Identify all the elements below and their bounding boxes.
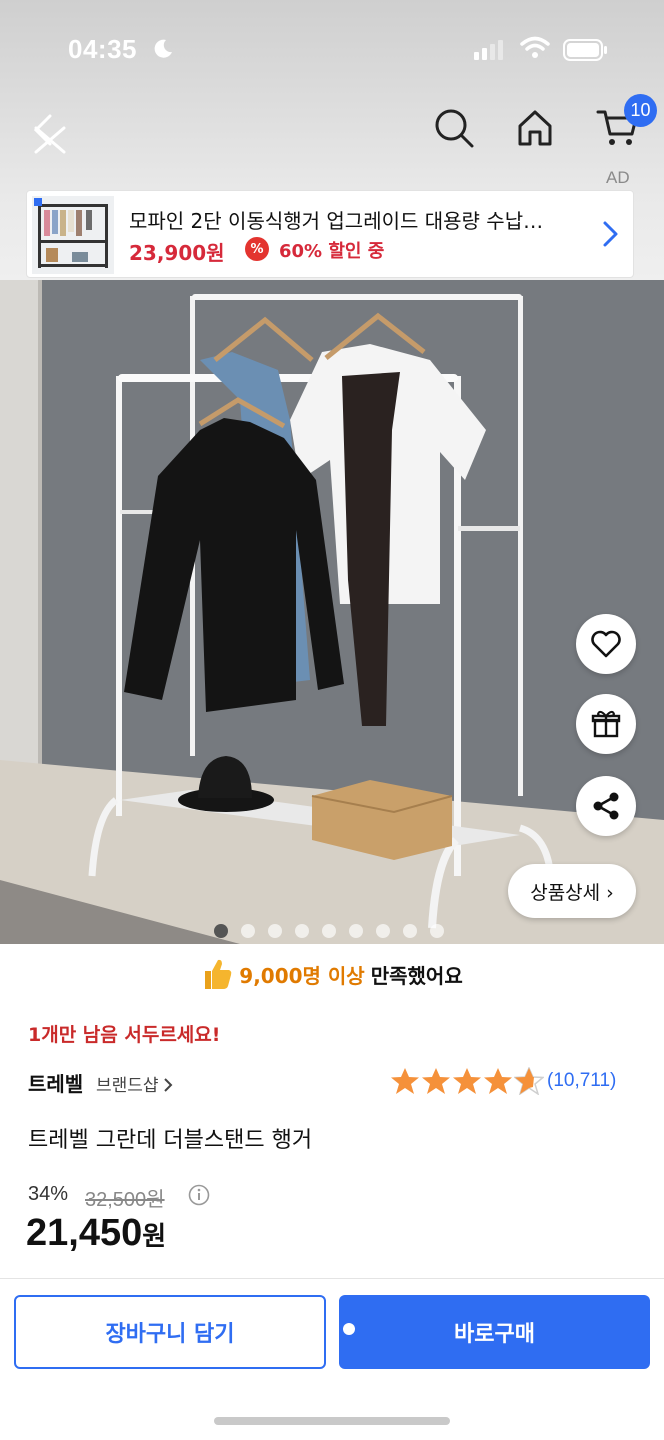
- pagination-dot[interactable]: [322, 924, 336, 938]
- pagination-dot[interactable]: [430, 924, 444, 938]
- chevron-right-icon: [603, 221, 618, 247]
- back-button[interactable]: [18, 102, 78, 162]
- add-to-cart-button[interactable]: 장바구니 담기: [14, 1295, 326, 1369]
- thumbs-up-icon: [205, 959, 232, 989]
- chevron-right-icon: [163, 1078, 172, 1092]
- cart-count-badge: 10: [624, 94, 657, 127]
- product-title: 트레벨 그란데 더블스탠드 행거: [28, 1128, 313, 1153]
- review-count-link[interactable]: (10,711): [547, 1070, 616, 1092]
- share-icon: [593, 792, 619, 820]
- stock-warning: 1개만 남음 서두르세요!: [28, 1024, 221, 1046]
- do-not-disturb-icon: [154, 39, 172, 58]
- ad-banner[interactable]: 모파인 2단 이동식행거 업그레이드 대용량 수납… 23,900원 % 60%…: [26, 190, 634, 278]
- product-detail-button[interactable]: 상품상세 ›: [508, 864, 636, 918]
- gift-icon: [591, 710, 621, 738]
- ad-thumbnail: [32, 196, 114, 274]
- home-icon: [518, 110, 552, 146]
- signal-icon: [474, 40, 503, 60]
- ad-label: AD: [606, 168, 630, 187]
- home-indicator[interactable]: [214, 1417, 450, 1425]
- sale-price-unit: 원: [142, 1222, 167, 1252]
- info-icon[interactable]: [188, 1184, 210, 1206]
- sale-price: 21,450원: [26, 1212, 166, 1255]
- original-price: 32,500원: [85, 1189, 165, 1211]
- pagination-dot[interactable]: [376, 924, 390, 938]
- touch-indicator: [343, 1323, 355, 1335]
- brand-shop-link[interactable]: 브랜드샵: [96, 1071, 175, 1096]
- ad-price: 23,900원: [129, 241, 225, 265]
- gallery-pagination: [214, 924, 444, 938]
- nav-bar: [0, 96, 664, 166]
- wifi-icon: [520, 36, 550, 58]
- battery-icon: [563, 39, 607, 61]
- gift-button[interactable]: [576, 694, 636, 754]
- pagination-dot[interactable]: [349, 924, 363, 938]
- satisfaction-count: 9,000명 이상: [239, 963, 365, 988]
- top-area: 04:35 10 AD 모파인 2단 이동식행거 업그레이드 대용량 수납… 2…: [0, 0, 664, 280]
- back-close-icon: [33, 114, 66, 154]
- half-star-icon: [514, 1067, 544, 1095]
- star-icon: [422, 1068, 450, 1094]
- product-photo-hanger-rack: [0, 280, 664, 944]
- satisfaction-banner: 9,000명 이상 만족했어요: [0, 950, 664, 998]
- status-time: 04:35: [68, 34, 137, 64]
- satisfaction-text: 만족했어요: [370, 963, 463, 988]
- ad-discount-text: 60% 할인 중: [279, 241, 385, 262]
- status-bar: 04:35: [0, 26, 664, 74]
- buy-now-label: 바로구매: [454, 1322, 535, 1347]
- share-button[interactable]: [576, 776, 636, 836]
- purchase-bar: 장바구니 담기 바로구매: [0, 1278, 664, 1440]
- star-icon: [391, 1068, 419, 1094]
- star-icon: [484, 1068, 512, 1094]
- star-icon: [453, 1068, 481, 1094]
- discount-percent-icon: %: [245, 237, 269, 261]
- brand-shop-label: 브랜드샵: [96, 1076, 159, 1096]
- buy-now-button[interactable]: 바로구매: [339, 1295, 650, 1369]
- pagination-dot[interactable]: [241, 924, 255, 938]
- heart-icon: [591, 630, 621, 658]
- search-button[interactable]: [424, 98, 484, 158]
- search-icon: [435, 109, 474, 148]
- product-image[interactable]: [0, 280, 664, 944]
- wishlist-button[interactable]: [576, 614, 636, 674]
- pagination-dot[interactable]: [268, 924, 282, 938]
- pagination-dot[interactable]: [295, 924, 309, 938]
- sale-price-value: 21,450: [26, 1212, 143, 1254]
- brand-name[interactable]: 트레벨: [28, 1068, 83, 1097]
- ad-title: 모파인 2단 이동식행거 업그레이드 대용량 수납…: [129, 209, 544, 233]
- rating-stars: [390, 1067, 544, 1095]
- discount-rate: 34%: [28, 1183, 69, 1205]
- home-button[interactable]: [505, 98, 565, 158]
- pagination-dot[interactable]: [403, 924, 417, 938]
- pagination-dot[interactable]: [214, 924, 228, 938]
